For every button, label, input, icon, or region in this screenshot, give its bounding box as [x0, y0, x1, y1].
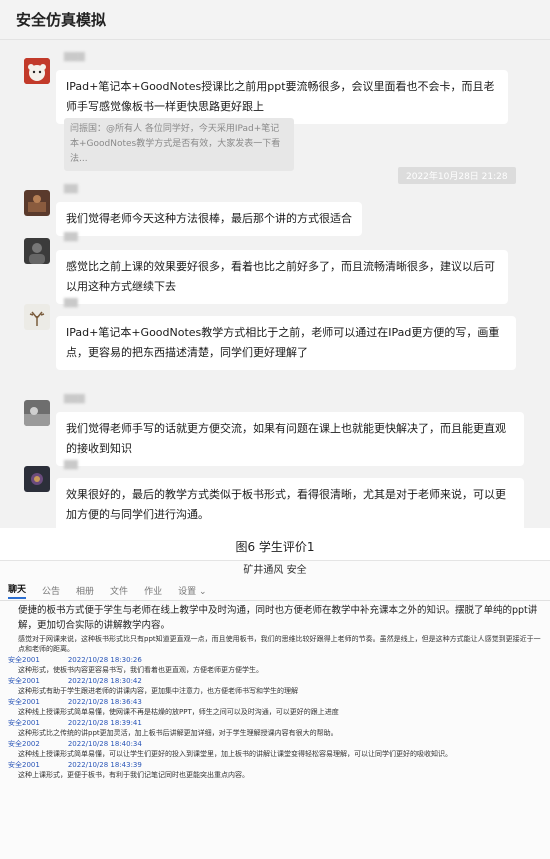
- feed-entry: 安全2001 2022/10/28 18:30:26 这种形式，使板书内容更容易书…: [8, 655, 542, 675]
- tab-chat[interactable]: 聊天: [8, 582, 27, 599]
- message-time: 2022/10/28 18:36:43: [67, 698, 142, 706]
- tab-homework[interactable]: 作业: [144, 584, 162, 597]
- entry-meta: 安全2001 2022/10/28 18:39:41: [8, 718, 542, 728]
- sender-name[interactable]: 安全2001: [8, 677, 40, 685]
- message-bubble: 感觉比之前上课的效果要好很多，看着也比之前好多了，而且流畅清晰很多，建议以后可以…: [56, 250, 508, 304]
- avatar: [24, 238, 50, 264]
- message-time: 2022/10/28 18:39:41: [67, 719, 142, 727]
- avatar: [24, 190, 50, 216]
- feed-entry: 安全2001 2022/10/28 18:39:41 这种形式比之传统的讲ppt更…: [8, 718, 542, 738]
- message-bubble: 我们觉得老师手写的话就更方便交流，如果有问题在课上也就能更快解决了，而且能更直观…: [56, 412, 524, 466]
- feed-message: 这种上课形式，更便于板书，有利于我们记笔记同时也更能突出重点内容。: [18, 771, 249, 779]
- tab-album[interactable]: 相册: [76, 584, 94, 597]
- message-time: 2022/10/28 18:30:26: [67, 656, 142, 664]
- feed-message: 便捷的板书方式便于学生与老师在线上教学中及时沟通，同时也方便老师在教学中补充课本…: [18, 605, 538, 631]
- message-bubble: IPad+笔记本+GoodNotes教学方式相比于之前，老师可以通过在IPad更…: [56, 316, 516, 370]
- message-feed: 便捷的板书方式便于学生与老师在线上教学中及时沟通，同时也方便老师在教学中补充课本…: [0, 601, 550, 780]
- feed-message: 这种形式比之传统的讲ppt更加灵活，加上板书后讲解更加详细，对于学生理解授课内容…: [18, 729, 338, 737]
- chat-header: 安全仿真模拟: [0, 0, 550, 40]
- chat-title: 安全仿真模拟: [16, 11, 107, 29]
- message-time: 2022/10/28 18:43:39: [67, 761, 142, 769]
- chat-window: 安全仿真模拟 ▇▇▇ IPad+笔记本+GoodNotes授课比之前用ppt要流…: [0, 0, 550, 528]
- sender-name: ▇▇▇: [64, 52, 85, 62]
- chat-timestamp: 2022年10月28日 21:28: [398, 167, 516, 184]
- sender-name: ▇▇: [64, 232, 78, 242]
- entry-meta: 安全2001 2022/10/28 18:30:26: [8, 655, 542, 665]
- tab-announcement[interactable]: 公告: [42, 584, 60, 597]
- tab-settings[interactable]: 设置 ⌄: [178, 584, 206, 597]
- sender-name: ▇▇▇: [64, 394, 85, 404]
- feed-entry: 安全2001 2022/10/28 18:30:42 这种形式有助于学生跟进老师的…: [8, 676, 542, 696]
- feed-message: 这种形式有助于学生跟进老师的讲课内容，更加集中注意力，也方便老师书写和学生的理解: [18, 687, 298, 695]
- quoted-message: 闫振国：@所有人 各位同学好，今天采用IPad+笔记本+GoodNotes教学方…: [64, 118, 294, 171]
- sender-name[interactable]: 安全2001: [8, 656, 40, 664]
- tab-files[interactable]: 文件: [110, 584, 128, 597]
- sender-name[interactable]: 安全2002: [8, 740, 40, 748]
- group-panel: 矿井通风 安全 聊天 公告 相册 文件 作业 设置 ⌄ 便捷的板书方式便于学生与…: [0, 560, 550, 859]
- avatar: [24, 58, 50, 84]
- group-title: 矿井通风 安全: [243, 565, 307, 576]
- entry-meta: 安全2001 2022/10/28 18:43:39: [8, 760, 542, 770]
- sender-name: ▇▇: [64, 460, 78, 470]
- tab-bar: 聊天 公告 相册 文件 作业 设置 ⌄: [0, 581, 550, 601]
- feed-entry: 安全2001 2022/10/28 18:36:43 这种线上授课形式简单易懂，使…: [8, 697, 542, 717]
- feed-entry: 安全2001 2022/10/28 18:43:39 这种上课形式，更便于板书，有…: [8, 760, 542, 780]
- message-time: 2022/10/28 18:30:42: [67, 677, 142, 685]
- sender-name[interactable]: 安全2001: [8, 761, 40, 769]
- sender-name[interactable]: 安全2001: [8, 698, 40, 706]
- avatar: [24, 400, 50, 426]
- avatar: [24, 466, 50, 492]
- sender-name: ▇▇: [64, 298, 78, 308]
- feed-message: 这种线上授课形式简单易懂，可以让学生们更好的投入到课堂里，加上板书的讲解让课堂变…: [18, 750, 452, 758]
- message-bubble: 效果很好的，最后的教学方式类似于板书形式，看得很清晰，尤其是对于老师来说，可以更…: [56, 478, 524, 528]
- feed-message: 感觉对于网课来说，这种板书形式比只有ppt知道更直观一点，而且使用板书，我们的思…: [18, 635, 541, 653]
- message-bubble: IPad+笔记本+GoodNotes授课比之前用ppt要流畅很多，会议里面看也不…: [56, 70, 508, 124]
- sender-name[interactable]: 安全2001: [8, 719, 40, 727]
- entry-meta: 安全2001 2022/10/28 18:30:42: [8, 676, 542, 686]
- sender-name: ▇▇: [64, 184, 78, 194]
- chevron-down-icon: ⌄: [198, 587, 207, 597]
- message-bubble: 我们觉得老师今天这种方法很棒，最后那个讲的方式很适合: [56, 202, 362, 236]
- feed-entry: 感觉对于网课来说，这种板书形式比只有ppt知道更直观一点，而且使用板书，我们的思…: [8, 634, 542, 654]
- feed-entry: 安全2002 2022/10/28 18:40:34 这种线上授课形式简单易懂，可…: [8, 739, 542, 759]
- entry-meta: 安全2002 2022/10/28 18:40:34: [8, 739, 542, 749]
- message-time: 2022/10/28 18:40:34: [67, 740, 142, 748]
- avatar: [24, 304, 50, 330]
- feed-message: 这种形式，使板书内容更容易书写，我们看着也更直观，方便老师更方便学生。: [18, 666, 263, 674]
- entry-meta: 安全2001 2022/10/28 18:36:43: [8, 697, 542, 707]
- feed-message: 这种线上授课形式简单易懂，使网课不再是枯燥的放PPT，师生之间可以及时沟通，可以…: [18, 708, 339, 716]
- figure-caption: 图6 学生评价1: [235, 540, 315, 554]
